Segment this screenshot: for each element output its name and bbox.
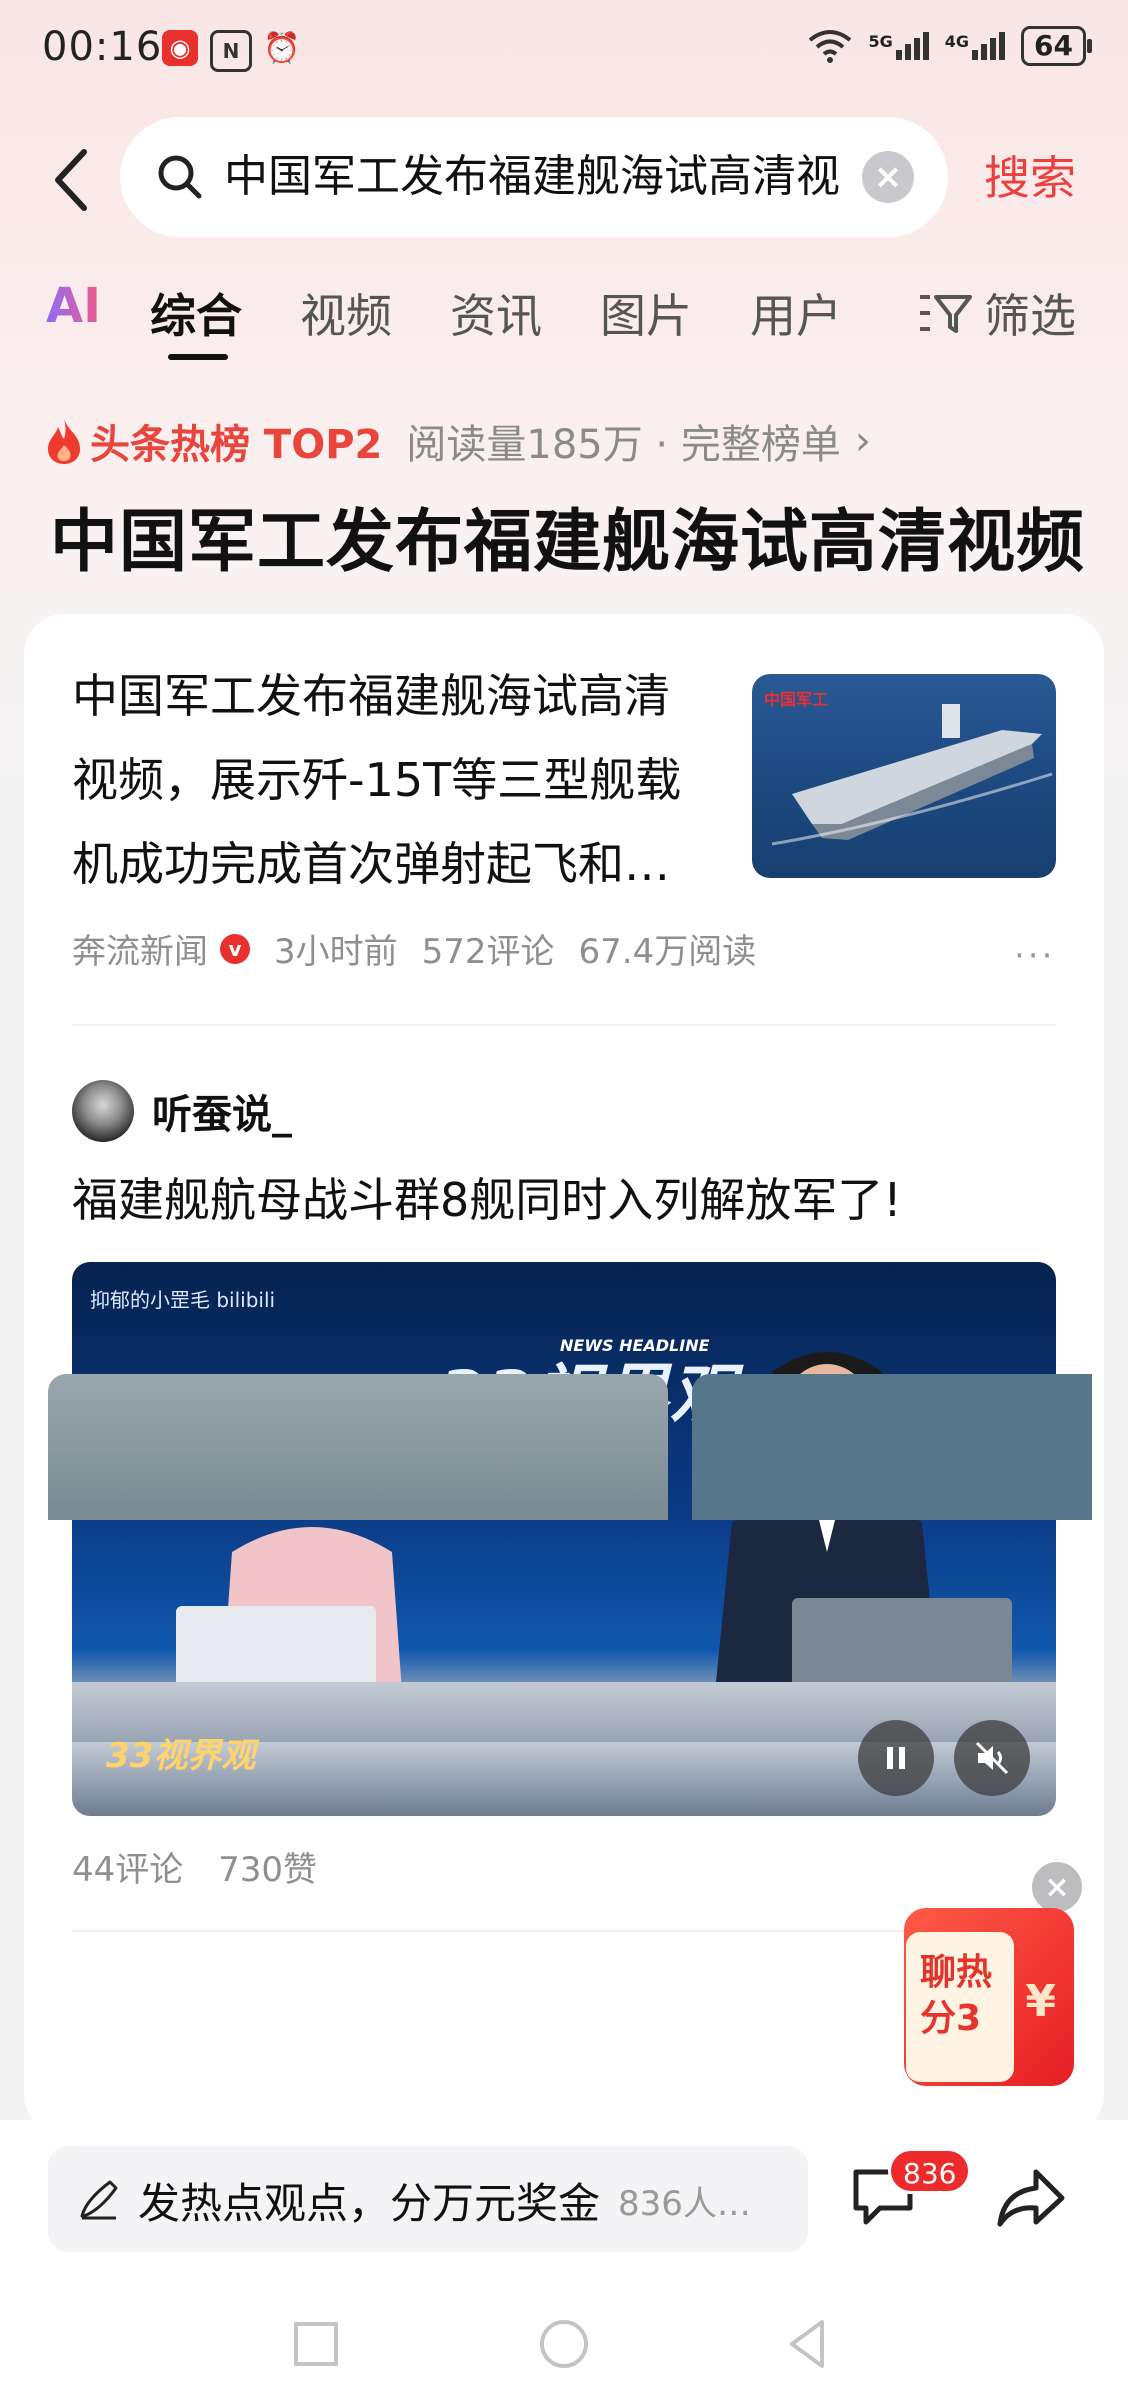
article-3-image[interactable] (48, 1374, 668, 1520)
article-4-image[interactable] (692, 1374, 1092, 1520)
video-player[interactable]: 抑郁的小罡毛 bilibili 33视界观 NEWS HEADLINE 33视界… (72, 1262, 1056, 1816)
more-options-icon[interactable]: ··· (1014, 936, 1055, 976)
article-2-likes: 730赞 (218, 1850, 317, 1890)
recent-apps-icon[interactable] (286, 2314, 346, 2374)
hot-list-label: 头条热榜 TOP2 (90, 422, 383, 468)
status-notification-icons: ◉ N ⏰ (162, 30, 301, 72)
mute-button[interactable] (954, 1720, 1030, 1796)
red-packet-float[interactable]: 聊热 分3 ¥ (904, 1908, 1074, 2086)
battery-indicator: 64 (1021, 26, 1092, 66)
video-watermark: 抑郁的小罡毛 bilibili (90, 1288, 276, 1312)
article-1-title[interactable]: 中国军工发布福建舰海试高清 视频，展示歼-15T等三型舰载 机成功完成首次弹射起… (72, 654, 712, 906)
article-1-thumbnail[interactable]: 中国军工 (752, 674, 1056, 878)
wifi-icon (808, 30, 851, 63)
article-1-title-line: 视频，展示歼-15T等三型舰载 (72, 753, 682, 807)
tab-comprehensive[interactable]: 综合 (150, 280, 242, 346)
back-arrow-icon[interactable] (44, 140, 104, 220)
flame-icon (48, 419, 80, 464)
active-tab-indicator (168, 354, 228, 360)
comment-input[interactable]: 发热点观点，分万元奖金 836人… (48, 2146, 808, 2252)
pen-icon (80, 2180, 118, 2220)
close-float-icon[interactable]: × (1032, 1862, 1082, 1912)
article-2-title[interactable]: 福建舰航母战斗群8舰同时入列解放军了! (72, 1164, 902, 1230)
pause-button[interactable] (858, 1720, 934, 1796)
article-1-source[interactable]: 奔流新闻 (72, 924, 208, 973)
participant-count: 836人… (618, 2184, 751, 2224)
filter-button[interactable]: 筛选 (918, 280, 1076, 346)
filter-label: 筛选 (984, 289, 1076, 343)
tab-users[interactable]: 用户 (750, 280, 842, 346)
article-1-reads: 67.4万阅读 (578, 932, 757, 972)
search-icon (158, 155, 202, 199)
verified-icon: v (220, 933, 250, 964)
search-query-text[interactable]: 中国军工发布福建舰海试高清视 (224, 145, 840, 209)
packet-line-1: 聊热 (920, 1952, 993, 1993)
laptop-right (792, 1598, 1012, 1692)
divider (72, 1024, 1056, 1026)
article-1-title-line: 机成功完成首次弹射起飞和… (72, 837, 670, 891)
signal-5g-icon: 5G (869, 32, 929, 60)
comment-prompt: 发热点观点，分万元奖金 (138, 2179, 601, 2228)
nfc-icon: N (210, 30, 252, 72)
article-1-title-line: 中国军工发布福建舰海试高清 (72, 669, 670, 723)
signal-4g-icon: 4G (945, 32, 1006, 60)
video-logo-small: 33视界观 (106, 1736, 256, 1776)
author-name[interactable]: 听蚕说_ (152, 1082, 292, 1140)
yen-icon: ¥ (1025, 1976, 1056, 2027)
video-logo-subtitle: NEWS HEADLINE (560, 1336, 710, 1355)
tab-video[interactable]: 视频 (300, 280, 392, 346)
alarm-icon: ⏰ (263, 30, 301, 66)
comment-count-badge: 836 (888, 2148, 972, 2194)
filter-icon (920, 295, 972, 333)
status-time: 00:16 (42, 24, 163, 70)
hot-topic-headline: 中国军工发布福建舰海试高清视频 (50, 503, 1086, 582)
system-nav-bar (0, 2280, 1128, 2400)
home-icon[interactable] (534, 2314, 594, 2374)
article-2-comments: 44评论 (72, 1850, 184, 1890)
search-input-box[interactable]: 中国军工发布福建舰海试高清视 × (120, 117, 948, 237)
article-1-meta: 奔流新闻 v 3小时前 572评论 67.4万阅读 (72, 924, 756, 973)
tab-news[interactable]: 资讯 (450, 280, 542, 346)
status-right-icons: 5G 4G 64 (807, 26, 1092, 66)
article-2-meta: 44评论 730赞 (72, 1842, 317, 1891)
article-1-time: 3小时前 (274, 932, 398, 972)
laptop-left (176, 1606, 376, 1690)
clear-search-icon[interactable]: × (862, 151, 914, 203)
thumbnail-label: 中国军工 (764, 690, 829, 709)
app-notification-icon: ◉ (162, 30, 198, 66)
article-1-comments: 572评论 (421, 932, 555, 972)
hot-list-row[interactable]: 头条热榜 TOP2 阅读量185万 · 完整榜单 › (44, 412, 871, 470)
tab-images[interactable]: 图片 (600, 280, 692, 346)
chevron-right-icon: › (854, 418, 871, 464)
back-nav-icon[interactable] (778, 2314, 838, 2374)
hot-list-meta: 阅读量185万 · 完整榜单 (406, 422, 841, 468)
packet-line-2: 分3 (920, 1998, 982, 2039)
search-button[interactable]: 搜索 (984, 142, 1076, 208)
tab-ai[interactable]: AI (46, 278, 101, 334)
author-avatar[interactable] (72, 1080, 134, 1142)
share-icon[interactable] (996, 2166, 1066, 2230)
pause-icon (887, 1747, 905, 1769)
mute-icon (975, 1741, 1009, 1775)
red-packet-card: 聊热 分3 (906, 1932, 1014, 2082)
